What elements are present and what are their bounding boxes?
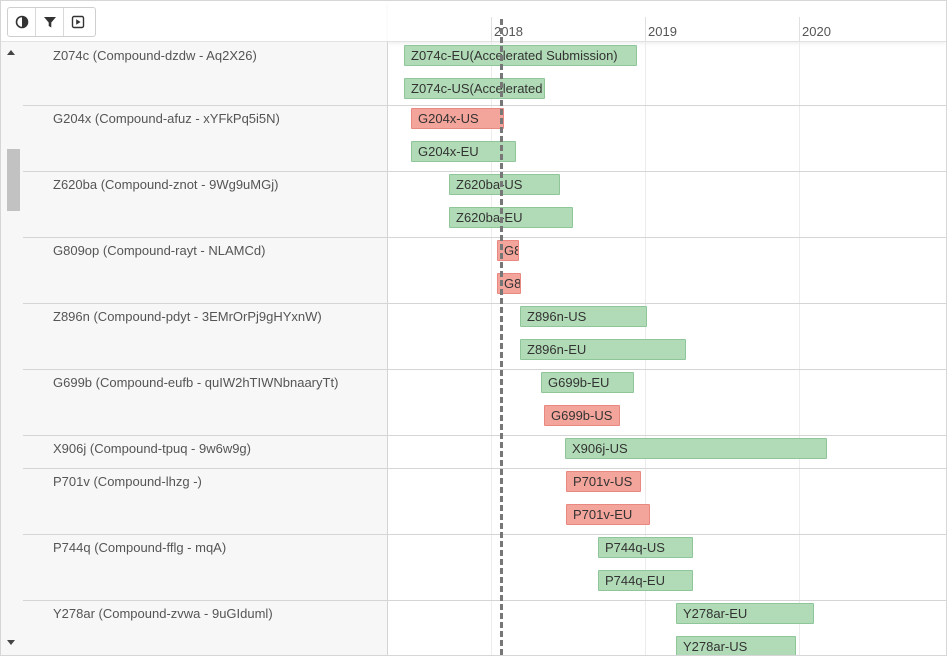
row-separator (388, 600, 946, 601)
gantt-bar[interactable]: Z074c-US(Accelerated Submission) (404, 78, 545, 99)
grid-line (799, 42, 800, 655)
gantt-bar[interactable]: X906j-US (565, 438, 827, 459)
year-label-2020: 2020 (802, 24, 831, 39)
row-separator (388, 171, 946, 172)
gantt-bar[interactable]: Z074c-EU(Accelerated Submission) (404, 45, 637, 66)
gantt-bar[interactable]: Y278ar-EU (676, 603, 814, 624)
year-label-2018: 2018 (494, 24, 523, 39)
year-tick (645, 17, 646, 41)
scroll-up-icon[interactable] (7, 50, 15, 55)
contrast-icon (15, 15, 28, 29)
row-label: P701v (Compound-lhzg -) (53, 474, 202, 489)
row-label: Z074c (Compound-dzdw - Aq2X26) (53, 48, 257, 63)
gantt-bar[interactable]: P744q-US (598, 537, 693, 558)
contrast-button[interactable] (8, 8, 36, 36)
gantt-bar[interactable]: G699b-EU (541, 372, 634, 393)
row-separator (388, 105, 946, 106)
row-label: G204x (Compound-afuz - xYFkPq5i5N) (53, 111, 280, 126)
gantt-chart: 2018 2019 2020 Z074c (Compound-dzdw - Aq… (0, 0, 947, 656)
gantt-bar[interactable]: P744q-EU (598, 570, 693, 591)
row-separator (388, 435, 946, 436)
row-label: X906j (Compound-tpuq - 9w6w9g) (53, 441, 251, 456)
today-marker (500, 19, 503, 655)
row-separator (23, 369, 388, 370)
row-separator (388, 303, 946, 304)
year-tick (799, 17, 800, 41)
row-separator (23, 237, 388, 238)
gantt-bar[interactable]: Z620ba-US (449, 174, 560, 195)
row-separator (23, 435, 388, 436)
row-separator (23, 534, 388, 535)
row-label: P744q (Compound-fflg - mqA) (53, 540, 227, 555)
grid-line (491, 42, 492, 655)
timeline-header: 2018 2019 2020 (388, 1, 946, 42)
play-button[interactable] (64, 8, 92, 36)
gantt-bar[interactable]: Z620ba-EU (449, 207, 573, 228)
row-separator (388, 534, 946, 535)
row-label: Z896n (Compound-pdyt - 3EMrOrPj9gHYxnW) (53, 309, 322, 324)
row-separator (23, 468, 388, 469)
row-label: G809op (Compound-rayt - NLAMCd) (53, 243, 266, 258)
row-separator (23, 171, 388, 172)
filter-button[interactable] (36, 8, 64, 36)
gantt-bar[interactable]: G204x-US (411, 108, 504, 129)
year-tick (491, 17, 492, 41)
row-separator (23, 303, 388, 304)
gantt-bar[interactable]: G699b-US (544, 405, 620, 426)
filter-icon (43, 17, 56, 28)
row-label: Z620ba (Compound-znot - 9Wg9uMGj) (53, 177, 279, 192)
row-separator (23, 600, 388, 601)
scrollbar-thumb[interactable] (7, 149, 20, 211)
gantt-bar[interactable]: Z896n-EU (520, 339, 686, 360)
toolbar (7, 7, 96, 37)
year-label-2019: 2019 (648, 24, 677, 39)
row-label: Y278ar (Compound-zvwa - 9uGIduml) (53, 606, 273, 621)
row-separator (23, 105, 388, 106)
row-label: G699b (Compound-eufb - quIW2hTIWNbnaaryT… (53, 375, 339, 390)
vertical-scrollbar[interactable] (1, 42, 22, 655)
gantt-bar[interactable]: Y278ar-US (676, 636, 796, 655)
play-icon (71, 15, 85, 29)
gantt-bar[interactable]: P701v-EU (566, 504, 650, 525)
row-separator (388, 369, 946, 370)
scroll-down-icon[interactable] (7, 640, 15, 645)
row-separator (388, 237, 946, 238)
task-list-panel (1, 42, 388, 655)
row-separator (388, 468, 946, 469)
gantt-bar[interactable]: P701v-US (566, 471, 641, 492)
gantt-bar[interactable]: Z896n-US (520, 306, 647, 327)
